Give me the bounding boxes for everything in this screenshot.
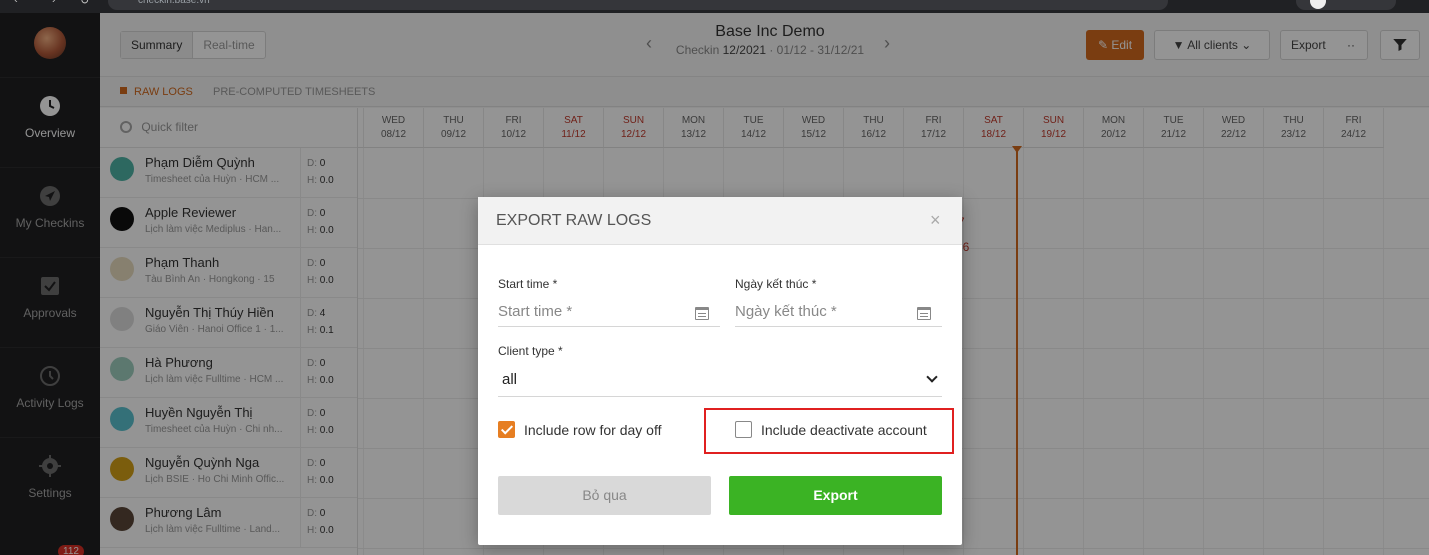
include-day-off-checkbox[interactable] bbox=[498, 421, 515, 438]
address-bar[interactable]: checkin.base.vn bbox=[108, 0, 1168, 10]
export-raw-logs-dialog: EXPORT RAW LOGS × Start time * Ngày kết … bbox=[478, 197, 962, 545]
cancel-button[interactable]: Bỏ qua bbox=[498, 476, 711, 515]
browser-toolbar: ‹ › ↻ checkin.base.vn bbox=[0, 0, 1429, 13]
calendar-icon[interactable] bbox=[695, 307, 709, 320]
forward-icon[interactable]: › bbox=[52, 0, 56, 6]
include-deactivate-checkbox[interactable] bbox=[735, 421, 752, 438]
export-confirm-button[interactable]: Export bbox=[729, 476, 942, 515]
include-day-off-label: Include row for day off bbox=[524, 422, 662, 438]
end-date-label: Ngày kết thúc * bbox=[735, 277, 817, 291]
reload-icon[interactable]: ↻ bbox=[80, 0, 89, 7]
client-type-value: all bbox=[502, 371, 518, 388]
include-deactivate-label: Include deactivate account bbox=[761, 422, 927, 438]
calendar-icon[interactable] bbox=[917, 307, 931, 320]
chevron-down-icon bbox=[926, 371, 938, 383]
dialog-title: EXPORT RAW LOGS bbox=[496, 212, 652, 229]
end-date-input[interactable] bbox=[735, 297, 942, 327]
dialog-header: EXPORT RAW LOGS × bbox=[478, 197, 962, 245]
start-time-input[interactable] bbox=[498, 297, 720, 327]
start-time-label: Start time * bbox=[498, 277, 558, 291]
back-icon[interactable]: ‹ bbox=[14, 0, 18, 6]
client-type-select[interactable]: all bbox=[498, 365, 942, 397]
close-icon[interactable]: × bbox=[930, 210, 941, 231]
client-type-label: Client type * bbox=[498, 344, 563, 358]
